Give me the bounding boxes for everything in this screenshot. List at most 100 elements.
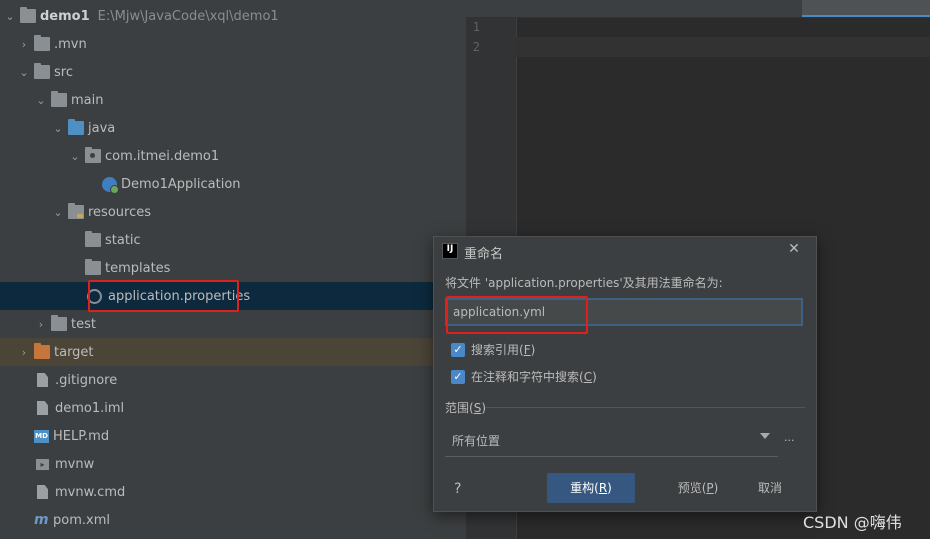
chevron-down-icon[interactable]: ⌄ — [34, 94, 48, 107]
checkbox-label-end: ) — [530, 343, 536, 357]
help-icon[interactable]: ? — [454, 481, 461, 497]
tree-item-demo1-iml[interactable]: demo1.iml — [0, 394, 466, 422]
maven-icon: m — [34, 512, 49, 528]
chevron-down-icon[interactable]: ⌄ — [51, 122, 65, 135]
tree-item-label: .gitignore — [55, 372, 118, 388]
tree-item-help-md[interactable]: MD HELP.md — [0, 422, 466, 450]
tree-item-label: main — [71, 92, 104, 108]
tree-item-mvnw-cmd[interactable]: mvnw.cmd — [0, 478, 466, 506]
tree-item-label: resources — [88, 204, 152, 220]
tree-item-label: test — [71, 316, 96, 332]
editor-tab[interactable] — [652, 0, 772, 17]
tree-item-resources[interactable]: ⌄ resources — [0, 198, 466, 226]
chevron-down-icon[interactable]: ⌄ — [68, 150, 82, 163]
project-tree[interactable]: ⌄ demo1 E:\Mjw\JavaCode\xql\demo1 › .mvn… — [0, 0, 466, 539]
editor-tab[interactable] — [496, 0, 606, 17]
tree-item-mvn[interactable]: › .mvn — [0, 30, 466, 58]
tree-item-gitignore[interactable]: .gitignore — [0, 366, 466, 394]
tree-item-mvnw[interactable]: ▸ mvnw — [0, 450, 466, 478]
checkbox-checked-icon[interactable]: ✓ — [451, 369, 465, 384]
tree-item-label: java — [88, 120, 116, 136]
tree-item-static[interactable]: static — [0, 226, 466, 254]
tree-item-pom-xml[interactable]: m pom.xml — [0, 506, 466, 534]
tree-item-label: demo1.iml — [55, 400, 125, 416]
module-folder-icon — [20, 7, 36, 23]
button-label: 重构( — [570, 481, 599, 495]
chevron-right-icon[interactable]: › — [17, 346, 31, 359]
tree-item-package[interactable]: ⌄ com.itmei.demo1 — [0, 142, 466, 170]
cancel-button[interactable]: 取消 — [738, 473, 802, 503]
cmd-file-icon — [37, 485, 48, 499]
tree-item-templates[interactable]: templates — [0, 254, 466, 282]
scope-select[interactable]: 所有位置 — [445, 427, 778, 457]
tree-item-label: target — [54, 344, 94, 360]
scope-separator — [486, 407, 805, 408]
chevron-down-icon[interactable]: ⌄ — [3, 10, 17, 23]
checkbox-label: 搜索引用( — [471, 343, 524, 357]
tree-item-main[interactable]: ⌄ main — [0, 86, 466, 114]
checkbox-label-end: ) — [592, 370, 597, 384]
scope-label: 范围(S) — [445, 399, 486, 416]
tree-item-test[interactable]: › test — [0, 310, 466, 338]
tree-item-label: src — [54, 64, 73, 80]
source-folder-icon — [68, 119, 84, 135]
checkbox-checked-icon[interactable]: ✓ — [451, 342, 465, 357]
tree-item-src[interactable]: ⌄ src — [0, 58, 466, 86]
button-label: 预览( — [677, 481, 707, 495]
folder-icon — [51, 315, 67, 331]
chevron-right-icon[interactable]: › — [34, 318, 48, 331]
more-options-button[interactable]: ... — [784, 431, 795, 444]
folder-icon — [51, 91, 67, 107]
button-label-end: ) — [713, 481, 719, 495]
tree-item-label: templates — [105, 260, 171, 276]
scope-value: 所有位置 — [452, 434, 501, 448]
markdown-file-icon: MD — [34, 429, 49, 443]
checkbox-label: 在注释和字符中搜索( — [471, 370, 584, 384]
rename-prompt: 将文件 'application.properties'及其用法重命名为: — [445, 276, 723, 290]
scope-label-end: ) — [481, 401, 486, 415]
highlight-box — [88, 280, 239, 312]
dropdown-arrow-icon[interactable] — [760, 433, 770, 439]
root-name: demo1 — [40, 8, 90, 24]
search-references-option[interactable]: ✓ 搜索引用(F) — [451, 341, 535, 358]
tree-item-demo1[interactable]: ⌄ demo1 E:\Mjw\JavaCode\xql\demo1 — [0, 2, 466, 30]
tree-item-label: .mvn — [54, 36, 87, 52]
chevron-right-icon[interactable]: › — [17, 38, 31, 51]
tree-item-label: pom.xml — [53, 512, 110, 528]
chevron-down-icon[interactable]: ⌄ — [51, 206, 65, 219]
tree-item-demo1application[interactable]: Demo1Application — [0, 170, 466, 198]
editor-tab-bar — [466, 0, 930, 18]
close-icon[interactable]: ✕ — [786, 241, 802, 257]
rename-dialog: IJ 重命名 ✕ 将文件 'application.properties'及其用… — [433, 236, 817, 512]
gitignore-file-icon — [37, 373, 48, 387]
folder-icon — [85, 231, 101, 247]
preview-button[interactable]: 预览(P) — [653, 473, 743, 503]
intellij-logo-icon: IJ — [442, 243, 458, 259]
folder-icon — [85, 259, 101, 275]
iml-file-icon — [37, 401, 48, 415]
excluded-folder-icon — [34, 343, 50, 359]
tree-item-label: mvnw.cmd — [55, 484, 126, 500]
mnemonic-key: R — [598, 481, 608, 495]
scope-label-text: 范围( — [445, 401, 474, 415]
refactor-button[interactable]: 重构(R) — [547, 473, 635, 503]
editor-tab-active[interactable] — [802, 0, 930, 17]
mnemonic-key: F — [523, 343, 531, 357]
button-label-end: ) — [607, 481, 612, 495]
tree-item-target[interactable]: › target — [0, 338, 466, 366]
tree-item-label: Demo1Application — [121, 176, 241, 192]
highlight-box — [446, 296, 588, 334]
line-number: 1 — [472, 20, 480, 34]
current-line-highlight — [516, 37, 930, 57]
spring-class-icon — [102, 176, 119, 194]
tree-item-label: HELP.md — [53, 428, 110, 444]
mnemonic-key: C — [583, 370, 593, 384]
watermark: CSDN @嗨伟 — [803, 513, 902, 532]
tree-item-label: mvnw — [55, 456, 95, 472]
search-comments-option[interactable]: ✓ 在注释和字符中搜索(C) — [451, 368, 597, 385]
root-path: E:\Mjw\JavaCode\xql\demo1 — [97, 8, 279, 24]
dialog-title: 重命名 — [464, 247, 504, 262]
tree-item-java[interactable]: ⌄ java — [0, 114, 466, 142]
chevron-down-icon[interactable]: ⌄ — [17, 66, 31, 79]
tree-item-label: com.itmei.demo1 — [105, 148, 220, 164]
